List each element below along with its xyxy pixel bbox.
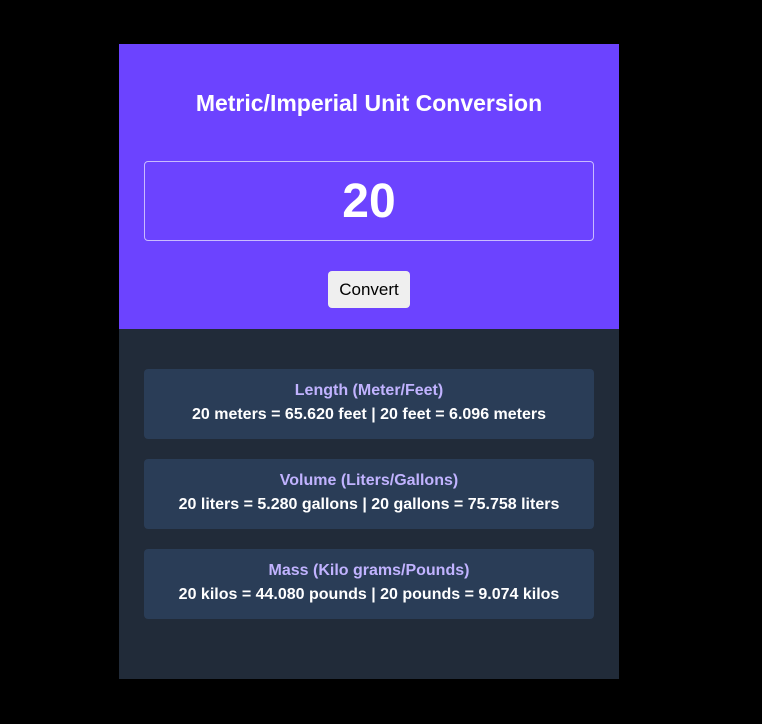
- converter-card: Metric/Imperial Unit Conversion Convert …: [119, 44, 619, 679]
- convert-button[interactable]: Convert: [328, 271, 410, 308]
- mass-result-card: Mass (Kilo grams/Pounds) 20 kilos = 44.0…: [144, 549, 594, 619]
- input-section: Metric/Imperial Unit Conversion Convert: [119, 44, 619, 329]
- volume-result: 20 liters = 5.280 gallons | 20 gallons =…: [178, 496, 560, 513]
- page-title: Metric/Imperial Unit Conversion: [195, 90, 543, 116]
- mass-result: 20 kilos = 44.080 pounds | 20 pounds = 9…: [178, 586, 560, 603]
- length-result-card: Length (Meter/Feet) 20 meters = 65.620 f…: [144, 369, 594, 439]
- volume-result-card: Volume (Liters/Gallons) 20 liters = 5.28…: [144, 459, 594, 529]
- length-result: 20 meters = 65.620 feet | 20 feet = 6.09…: [191, 406, 547, 423]
- length-heading: Length (Meter/Feet): [294, 382, 444, 399]
- mass-heading: Mass (Kilo grams/Pounds): [268, 562, 470, 579]
- number-input[interactable]: [144, 161, 594, 241]
- volume-heading: Volume (Liters/Gallons): [279, 472, 459, 489]
